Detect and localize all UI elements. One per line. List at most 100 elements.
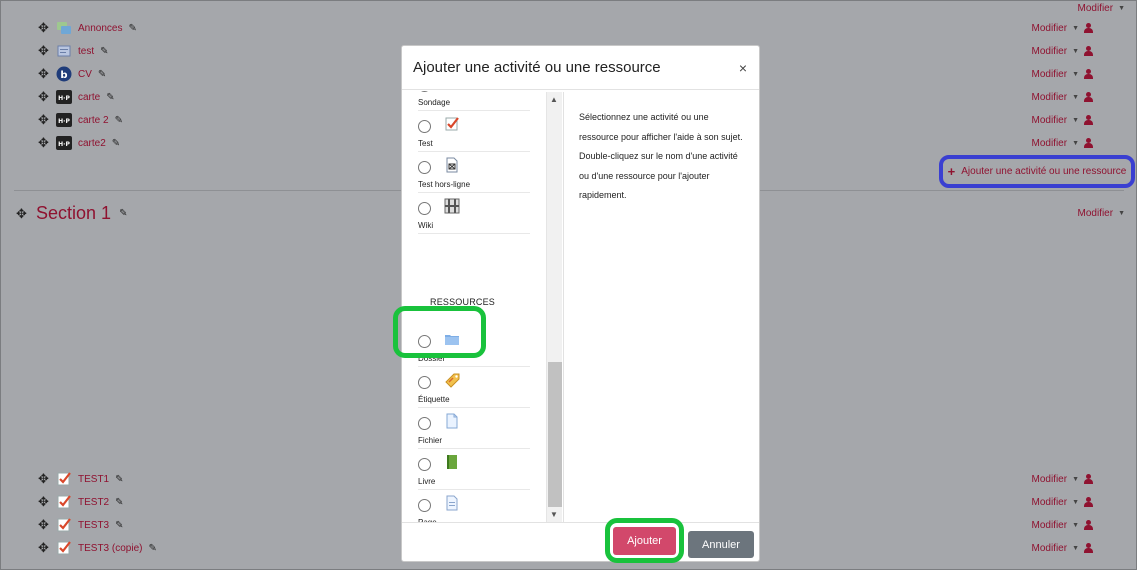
activity-link[interactable]: carte2 [78, 138, 106, 149]
row-modifier-label: Modifier [1031, 519, 1068, 531]
radio-button[interactable] [418, 120, 431, 133]
activity-link[interactable]: TEST3 [78, 520, 109, 531]
activity-link[interactable]: CV [78, 69, 92, 80]
row-modifier-menu[interactable]: Modifier ▼ [1031, 135, 1093, 151]
activity-link[interactable]: Annonces [78, 23, 122, 34]
modal-header: Ajouter une activité ou une ressource [402, 46, 759, 90]
svg-text:H·P: H·P [58, 141, 70, 148]
option-list-scrollbar[interactable]: ▲ ▼ [546, 92, 562, 522]
b-logo-icon: b [56, 66, 72, 82]
section-title[interactable]: Section 1 [36, 203, 111, 224]
option-label: Sondage [418, 98, 451, 107]
activity-link[interactable]: carte 2 [78, 115, 109, 126]
resource-option[interactable]: Page [418, 490, 530, 522]
move-icon[interactable]: ✥ [38, 21, 50, 34]
pencil-icon[interactable]: ✎ [100, 46, 108, 57]
user-icon[interactable] [1084, 69, 1093, 79]
quiz-icon [56, 540, 72, 556]
user-icon[interactable] [1084, 115, 1093, 125]
activity-option[interactable]: Test [418, 111, 530, 152]
activity-link[interactable]: TEST1 [78, 474, 109, 485]
survey-icon [444, 91, 460, 92]
move-icon[interactable]: ✥ [38, 136, 50, 149]
row-modifier-menu[interactable]: Modifier ▼ [1031, 540, 1093, 556]
radio-button[interactable] [418, 417, 431, 430]
user-icon[interactable] [1084, 138, 1093, 148]
forum-icon [56, 20, 72, 36]
pencil-icon[interactable]: ✎ [115, 115, 123, 126]
activity-option[interactable]: Wiki [418, 193, 530, 234]
activity-option[interactable]: Sondage [418, 91, 530, 111]
scrollbar-thumb[interactable] [548, 362, 562, 507]
row-modifier-menu[interactable]: Modifier ▼ [1031, 20, 1093, 36]
move-icon[interactable]: ✥ [38, 44, 50, 57]
row-modifier-menu[interactable]: Modifier ▼ [1031, 517, 1093, 533]
close-icon[interactable]: × [739, 60, 747, 76]
row-modifier-menu[interactable]: Modifier ▼ [1031, 494, 1093, 510]
move-icon[interactable]: ✥ [38, 113, 50, 126]
move-icon[interactable]: ✥ [38, 90, 50, 103]
resource-option[interactable]: Fichier [418, 408, 530, 449]
pencil-icon[interactable]: ✎ [115, 497, 123, 508]
section-modifier-menu[interactable]: Modifier ▼ [1077, 208, 1125, 219]
row-modifier-menu[interactable]: Modifier ▼ [1031, 471, 1093, 487]
row-modifier-menu[interactable]: Modifier ▼ [1031, 66, 1093, 82]
row-modifier-label: Modifier [1031, 114, 1068, 126]
move-icon[interactable]: ✥ [38, 67, 50, 80]
move-icon[interactable]: ✥ [16, 207, 28, 220]
cancel-button[interactable]: Annuler [688, 531, 754, 558]
radio-button[interactable] [418, 458, 431, 471]
option-label: Wiki [418, 221, 434, 230]
activity-link[interactable]: carte [78, 92, 100, 103]
move-icon[interactable]: ✥ [38, 541, 50, 554]
move-icon[interactable]: ✥ [38, 518, 50, 531]
radio-button[interactable] [418, 376, 431, 389]
pencil-icon[interactable]: ✎ [112, 138, 120, 149]
pencil-icon[interactable]: ✎ [115, 520, 123, 531]
resource-option[interactable]: Étiquette [418, 367, 530, 408]
course-activity-row: ✥ test ✎ [38, 41, 109, 61]
user-icon[interactable] [1084, 23, 1093, 33]
row-modifier-menu[interactable]: Modifier ▼ [1031, 43, 1093, 59]
row-modifier-menu[interactable]: Modifier ▼ [1031, 89, 1093, 105]
row-modifier-menu[interactable]: Modifier ▼ [1031, 112, 1093, 128]
add-button[interactable]: Ajouter [613, 527, 676, 555]
pencil-icon[interactable]: ✎ [148, 543, 156, 554]
caret-down-icon: ▼ [1072, 139, 1079, 147]
offline-quiz-icon [444, 157, 460, 174]
scroll-down-icon[interactable]: ▼ [550, 510, 558, 519]
move-icon[interactable]: ✥ [38, 472, 50, 485]
user-icon[interactable] [1084, 474, 1093, 484]
add-button-highlight: Ajouter [605, 518, 684, 563]
user-icon[interactable] [1084, 497, 1093, 507]
radio-button[interactable] [418, 202, 431, 215]
svg-text:H·P: H·P [58, 118, 70, 125]
scroll-up-icon[interactable]: ▲ [550, 95, 558, 104]
pencil-icon[interactable]: ✎ [128, 23, 136, 34]
top-modifier-menu[interactable]: Modifier ▼ [1077, 3, 1125, 14]
radio-button[interactable] [418, 91, 431, 92]
row-modifier-label: Modifier [1031, 137, 1068, 149]
row-modifier-label: Modifier [1031, 22, 1068, 34]
activity-link[interactable]: TEST2 [78, 497, 109, 508]
pencil-icon[interactable]: ✎ [115, 474, 123, 485]
caret-down-icon: ▼ [1118, 5, 1125, 12]
user-icon[interactable] [1084, 520, 1093, 530]
activity-option[interactable]: Test hors-ligne [418, 152, 530, 193]
activity-link[interactable]: TEST3 (copie) [78, 543, 142, 554]
wiki-icon [444, 198, 460, 215]
add-activity-button[interactable]: + Ajouter une activité ou une ressource [939, 155, 1135, 188]
activity-link[interactable]: test [78, 46, 94, 57]
pencil-icon[interactable]: ✎ [119, 208, 127, 219]
help-panel: Sélectionnez une activité ou une ressour… [563, 92, 759, 522]
user-icon[interactable] [1084, 46, 1093, 56]
course-activity-row: ✥ TEST3 (copie) ✎ [38, 538, 157, 558]
pencil-icon[interactable]: ✎ [106, 92, 114, 103]
resource-option[interactable]: Livre [418, 449, 530, 490]
radio-button[interactable] [418, 161, 431, 174]
user-icon[interactable] [1084, 92, 1093, 102]
move-icon[interactable]: ✥ [38, 495, 50, 508]
user-icon[interactable] [1084, 543, 1093, 553]
pencil-icon[interactable]: ✎ [98, 69, 106, 80]
radio-button[interactable] [418, 499, 431, 512]
